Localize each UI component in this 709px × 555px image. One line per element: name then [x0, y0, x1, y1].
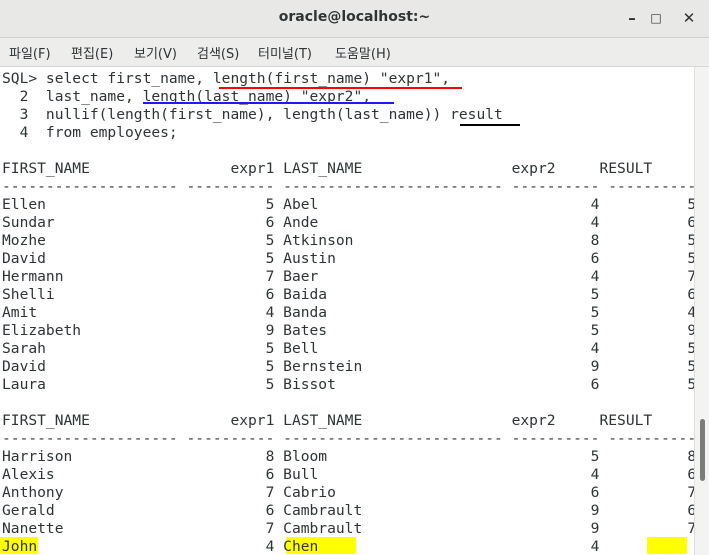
sql-line-1: SQL> select first_name, length(first_nam…: [2, 70, 451, 87]
result-row: Amit 4 Banda 5 4: [2, 304, 694, 321]
result-row: Sundar 6 Ande 4 6: [2, 214, 694, 231]
result-row: John 4 Chen 4: [2, 538, 600, 555]
red-underline: [219, 87, 462, 89]
column-header: FIRST_NAME expr1 LAST_NAME expr2 RESULT: [2, 412, 653, 429]
menu-view[interactable]: 보기(V): [134, 43, 177, 62]
highlight-result: [647, 537, 687, 554]
scrollbar-thumb[interactable]: [700, 419, 705, 481]
terminal-output[interactable]: SQL> select first_name, length(first_nam…: [0, 67, 694, 555]
menu-edit[interactable]: 편집(E): [71, 43, 113, 62]
result-row: David 5 Bernstein 9 5: [2, 358, 694, 375]
window-title: oracle@localhost:~: [278, 9, 431, 25]
result-row: Ellen 5 Abel 4 5: [2, 196, 694, 213]
result-row: Elizabeth 9 Bates 5 9: [2, 322, 694, 339]
result-row: Anthony 7 Cabrio 6 7: [2, 484, 694, 501]
black-underline: [460, 124, 520, 126]
sql-line-3: 3 nullif(length(first_name), length(last…: [2, 106, 503, 123]
blue-underline: [143, 102, 394, 104]
column-header: FIRST_NAME expr1 LAST_NAME expr2 RESULT: [2, 160, 653, 177]
vertical-scrollbar[interactable]: [694, 67, 709, 555]
minimize-icon[interactable]: –: [620, 6, 644, 30]
result-row: Laura 5 Bissot 6 5: [2, 376, 694, 393]
menu-help[interactable]: 도움말(H): [335, 43, 391, 62]
result-row: David 5 Austin 6 5: [2, 250, 694, 267]
menu-terminal[interactable]: 터미널(T): [258, 43, 312, 62]
menu-file[interactable]: 파일(F): [9, 43, 51, 62]
close-icon[interactable]: ✕: [677, 6, 701, 30]
result-row: Mozhe 5 Atkinson 8 5: [2, 232, 694, 249]
result-row: Alexis 6 Bull 4 6: [2, 466, 694, 483]
result-row: Nanette 7 Cambrault 9 7: [2, 520, 694, 537]
result-row: Harrison 8 Bloom 5 8: [2, 448, 694, 465]
result-row: Gerald 6 Cambrault 9 6: [2, 502, 694, 519]
result-row: Hermann 7 Baer 4 7: [2, 268, 694, 285]
result-row: Shelli 6 Baida 5 6: [2, 286, 694, 303]
menu-bar: 파일(F) 편집(E) 보기(V) 검색(S) 터미널(T) 도움말(H): [0, 38, 709, 67]
result-row: Sarah 5 Bell 4 5: [2, 340, 694, 357]
header-separator: -------------------- ---------- --------…: [2, 178, 694, 195]
sql-line-4: 4 from employees;: [2, 124, 178, 141]
menu-search[interactable]: 검색(S): [197, 43, 239, 62]
header-separator: -------------------- ---------- --------…: [2, 430, 694, 447]
title-bar: oracle@localhost:~ – □ ✕: [0, 0, 709, 38]
maximize-icon[interactable]: □: [644, 6, 668, 30]
